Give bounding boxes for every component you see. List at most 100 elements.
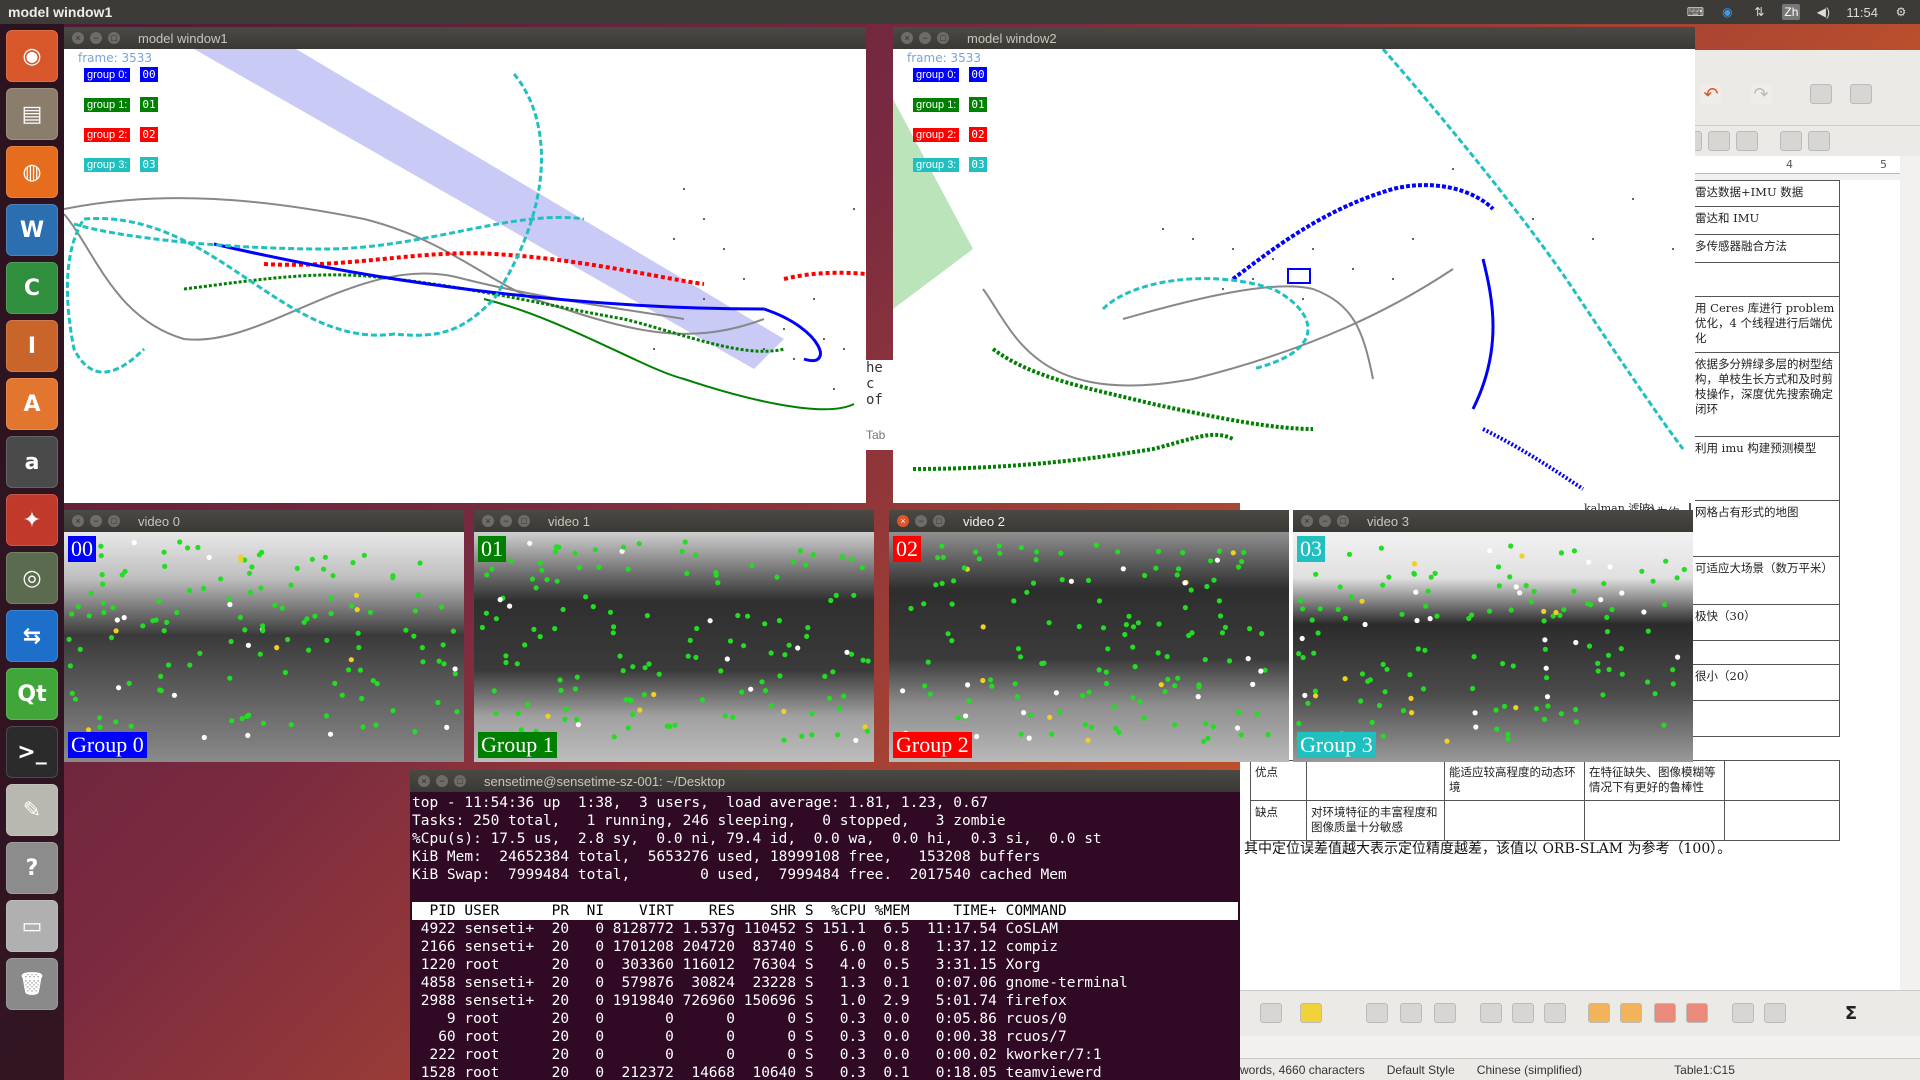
table-cell[interactable] — [1584, 800, 1725, 841]
clock[interactable]: 11:54 — [1846, 5, 1878, 20]
table-properties-icon[interactable] — [1732, 1003, 1754, 1023]
firefox-icon[interactable]: ◍ — [6, 146, 58, 198]
table-cell[interactable]: 依据多分辨绿多层的树型结构，单枝生长方式和及时剪枝操作，深度优先搜索确定闭环 — [1690, 352, 1840, 437]
terminal-output[interactable]: top - 11:54:36 up 1:38, 3 users, load av… — [410, 792, 1240, 1080]
table-cell[interactable]: 用 Ceres 库进行 problem 优化，4 个线程进行后端优化 — [1690, 296, 1840, 353]
minimize-button[interactable]: − — [1319, 515, 1331, 527]
page-style[interactable]: Default Style — [1387, 1063, 1455, 1077]
maximize-button[interactable]: □ — [108, 32, 120, 44]
table-cell[interactable]: 优点 — [1250, 760, 1307, 801]
table-icon[interactable] — [1260, 1003, 1282, 1023]
insert-col-icon[interactable] — [1620, 1003, 1642, 1023]
window-titlebar[interactable]: × − □ video 2 — [889, 510, 1289, 532]
maximize-button[interactable]: □ — [518, 515, 530, 527]
close-button[interactable]: × — [72, 515, 84, 527]
minimize-button[interactable]: − — [90, 32, 102, 44]
volume-icon[interactable]: ◀) — [1814, 4, 1832, 20]
keyboard-icon[interactable]: ⌨ — [1686, 4, 1704, 20]
maximize-button[interactable]: □ — [937, 32, 949, 44]
insert-columns-icon[interactable] — [1400, 1003, 1422, 1023]
table-cell[interactable] — [1724, 800, 1840, 841]
window-titlebar[interactable]: × − □ model window2 — [893, 27, 1695, 49]
system-settings-icon[interactable]: ✦ — [6, 494, 58, 546]
navigator-icon[interactable] — [1810, 84, 1832, 104]
cell-reference[interactable]: Table1:C15 — [1674, 1063, 1735, 1077]
table-cell[interactable]: 很小（20） — [1690, 664, 1840, 701]
delete-col-icon[interactable] — [1686, 1003, 1708, 1023]
insert-row-above-icon[interactable] — [1588, 1003, 1610, 1023]
terminal-icon[interactable]: >_ — [6, 726, 58, 778]
word-count[interactable]: words, 4660 characters — [1240, 1063, 1365, 1077]
table-cell[interactable]: 雷达数据+IMU 数据 — [1690, 180, 1840, 207]
align-top-icon[interactable] — [1480, 1003, 1502, 1023]
text-editor-icon[interactable]: ✎ — [6, 784, 58, 836]
teamviewer-icon[interactable]: ⇆ — [6, 610, 58, 662]
delete-row-icon[interactable] — [1654, 1003, 1676, 1023]
window-titlebar[interactable]: × − □ video 3 — [1293, 510, 1693, 532]
trash-icon[interactable]: 🗑 — [6, 958, 58, 1010]
table-cell[interactable] — [1306, 760, 1445, 801]
trajectory-plot[interactable]: frame: 3533 group 0: 00 group 1: 01 group 2:… — [893, 49, 1695, 503]
close-button[interactable]: × — [72, 32, 84, 44]
help-icon[interactable]: ? — [6, 842, 58, 894]
window-titlebar[interactable]: × − □ video 1 — [474, 510, 874, 532]
table-cell[interactable]: 利用 imu 构建预测模型 — [1690, 436, 1840, 501]
terminal-window[interactable]: × − □ sensetime@sensetime-sz-001: ~/Desk… — [410, 770, 1240, 1080]
libreoffice-impress-icon[interactable]: I — [6, 320, 58, 372]
minimize-button[interactable]: − — [90, 515, 102, 527]
align-bottom-icon[interactable] — [1544, 1003, 1566, 1023]
insert-rows-icon[interactable] — [1366, 1003, 1388, 1023]
align-center-icon[interactable] — [1512, 1003, 1534, 1023]
table-cell[interactable]: 缺点 — [1250, 800, 1307, 841]
files-icon[interactable]: ▤ — [6, 88, 58, 140]
amazon-icon[interactable]: a — [6, 436, 58, 488]
minimize-button[interactable]: − — [915, 515, 927, 527]
align-right-icon[interactable] — [1708, 131, 1730, 151]
ubuntu-dash-icon[interactable]: ◉ — [6, 30, 58, 82]
window-titlebar[interactable]: × − □ model window1 — [64, 27, 866, 49]
minimize-button[interactable]: − — [919, 32, 931, 44]
maximize-button[interactable]: □ — [1337, 515, 1349, 527]
table-cell[interactable] — [1690, 640, 1840, 665]
table-cell[interactable] — [1690, 700, 1840, 737]
minimize-button[interactable]: − — [500, 515, 512, 527]
close-button[interactable]: × — [897, 515, 909, 527]
table-cell[interactable]: 对环境特征的丰富程度和图像质量十分敏感 — [1306, 800, 1445, 841]
close-button[interactable]: × — [482, 515, 494, 527]
table-cell[interactable]: 极快（30） — [1690, 604, 1840, 641]
maximize-button[interactable]: □ — [108, 515, 120, 527]
close-button[interactable]: × — [1301, 515, 1313, 527]
minimize-button[interactable]: − — [436, 775, 448, 787]
maximize-button[interactable]: □ — [454, 775, 466, 787]
transfer-icon[interactable]: ⇅ — [1750, 4, 1768, 20]
software-center-icon[interactable]: A — [6, 378, 58, 430]
table-cell[interactable]: 网格占有形式的地图 — [1690, 500, 1840, 557]
language[interactable]: Chinese (simplified) — [1477, 1063, 1582, 1077]
libreoffice-calc-icon[interactable]: C — [6, 262, 58, 314]
trajectory-plot[interactable]: frame: 3533 group 0: 00 group 1: 01 group 2:… — [64, 49, 866, 503]
optimize-icon[interactable] — [1434, 1003, 1456, 1023]
table-cell[interactable] — [1444, 800, 1585, 841]
close-button[interactable]: × — [901, 32, 913, 44]
numbered-list-icon[interactable] — [1808, 131, 1830, 151]
sort-icon[interactable] — [1764, 1003, 1786, 1023]
table-cell[interactable]: 能适应较高程度的动态环境 — [1444, 760, 1585, 801]
redo-icon[interactable]: ↷ — [1750, 84, 1772, 105]
table-cell[interactable]: 在特征缺失、图像模糊等情况下有更好的鲁棒性 — [1584, 760, 1725, 801]
close-button[interactable]: × — [418, 775, 430, 787]
table-cell[interactable]: 多传感器融合方法 — [1690, 234, 1840, 263]
drive-icon[interactable]: ▭ — [6, 900, 58, 952]
eye-app-icon[interactable]: ◎ — [6, 552, 58, 604]
table-cell[interactable] — [1690, 262, 1840, 297]
list-icon[interactable] — [1780, 131, 1802, 151]
window-titlebar[interactable]: × − □ sensetime@sensetime-sz-001: ~/Desk… — [410, 770, 1240, 792]
network-icon[interactable]: ◉ — [1718, 4, 1736, 20]
table-cell[interactable]: 可适应大场景（数万平米） — [1690, 556, 1840, 605]
window-titlebar[interactable]: × − □ video 0 — [64, 510, 464, 532]
qt-creator-icon[interactable]: Qt — [6, 668, 58, 720]
undo-icon[interactable]: ↶ — [1700, 84, 1722, 105]
highlight-icon[interactable] — [1300, 1003, 1322, 1023]
libreoffice-writer-icon[interactable]: W — [6, 204, 58, 256]
table-cell[interactable]: 雷达和 IMU — [1690, 206, 1840, 235]
gear-icon[interactable]: ⚙ — [1892, 4, 1910, 20]
